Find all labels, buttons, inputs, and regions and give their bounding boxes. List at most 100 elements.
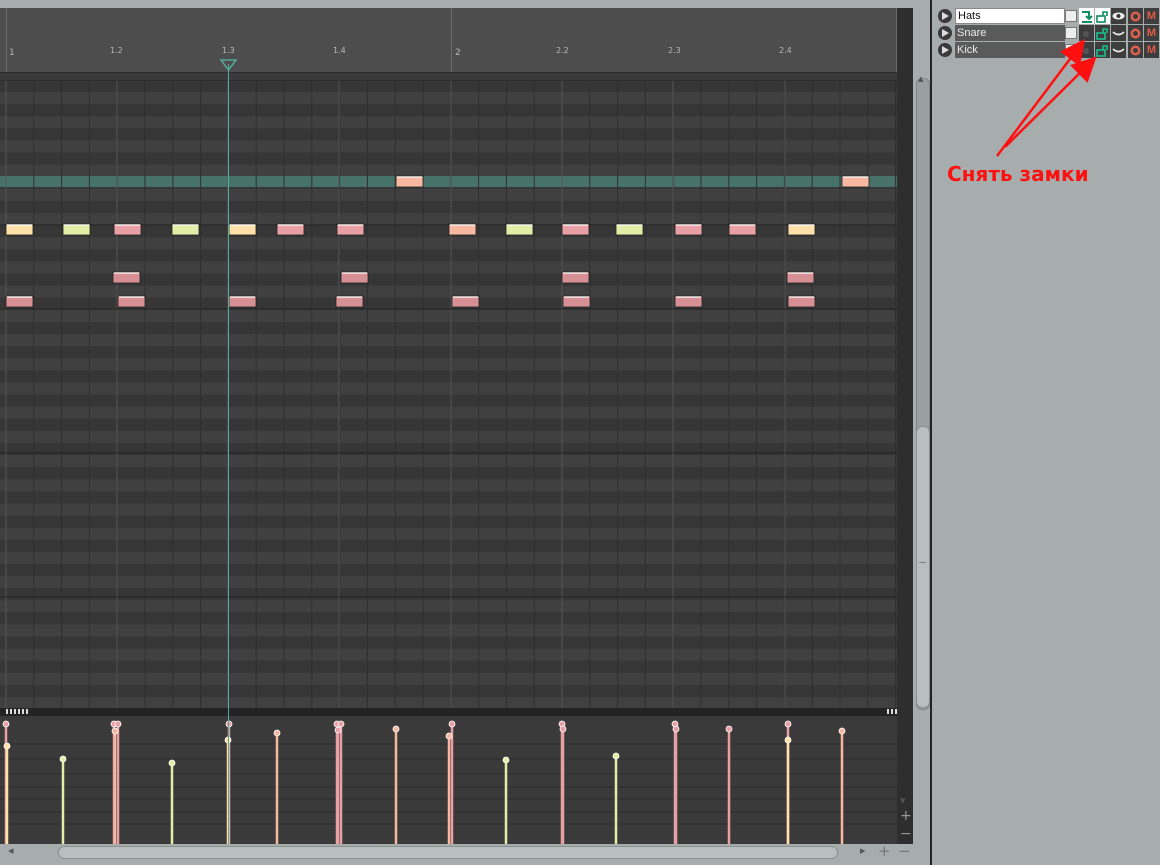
eye-icon[interactable] — [1111, 8, 1126, 24]
velocity-handle — [168, 759, 176, 767]
midi-note — [562, 295, 591, 308]
velocity-handle — [59, 755, 67, 763]
track-name[interactable]: Hats — [955, 8, 1065, 24]
horizontal-scrollbar[interactable] — [58, 846, 838, 859]
midi-note — [674, 223, 703, 236]
zoom-in-icon[interactable]: + — [900, 808, 912, 824]
ruler-bar-line — [451, 8, 452, 72]
midi-note — [674, 295, 703, 308]
track-name[interactable]: Kick — [955, 42, 1065, 58]
midi-editor[interactable]: 1 1.2 1.3 1.4 2 2.2 2.3 2.4 3 ▾ + − — [0, 8, 913, 844]
velocity-handle — [672, 725, 680, 733]
track-checkbox[interactable] — [1065, 10, 1077, 22]
midi-note — [505, 223, 534, 236]
vertical-scroll-track[interactable]: ▾ + − — [897, 8, 913, 844]
highlighted-pitch-row — [0, 176, 897, 187]
input-arrow-icon[interactable] — [1079, 25, 1094, 41]
midi-note — [62, 223, 91, 236]
track-name[interactable]: Snare — [955, 25, 1065, 41]
input-arrow-icon[interactable] — [1079, 8, 1094, 24]
midi-note — [340, 271, 369, 284]
track-checkbox[interactable] — [1065, 27, 1077, 39]
velocity-handle — [725, 725, 733, 733]
velocity-handle — [3, 742, 11, 750]
track-row-hats[interactable]: Hats M — [935, 8, 1160, 24]
record-circle-icon[interactable] — [1128, 25, 1143, 41]
velocity-handle — [445, 732, 453, 740]
midi-note — [841, 175, 870, 188]
midi-note — [171, 223, 200, 236]
annotation-label: Снять замки — [947, 162, 1089, 186]
eye-icon[interactable] — [1111, 25, 1126, 41]
ruler-label-2-4: 2.4 — [779, 46, 792, 55]
midi-note — [117, 295, 146, 308]
velocity-handle — [111, 727, 119, 735]
track-row-snare[interactable]: Snare M — [935, 25, 1160, 41]
velocity-lane[interactable] — [0, 716, 897, 844]
piano-roll-grid[interactable] — [0, 80, 897, 708]
midi-note — [561, 223, 590, 236]
velocity-handle — [337, 720, 345, 728]
midi-note — [448, 223, 477, 236]
hzoom-in-icon[interactable]: + — [878, 842, 891, 860]
velocity-handle — [502, 756, 510, 764]
velocity-handle — [334, 726, 342, 734]
play-icon[interactable] — [938, 43, 952, 57]
mute-button[interactable]: M — [1144, 42, 1159, 58]
lane-divider[interactable] — [0, 708, 913, 716]
midi-note — [786, 271, 815, 284]
velocity-handle — [784, 720, 792, 728]
padlock-icon[interactable] — [1095, 42, 1110, 58]
velocity-handle — [114, 720, 122, 728]
track-row-kick[interactable]: Kick M — [935, 42, 1160, 58]
midi-note — [728, 223, 757, 236]
midi-note — [5, 295, 34, 308]
padlock-icon[interactable] — [1095, 25, 1110, 41]
zoom-out-icon[interactable]: − — [900, 826, 912, 842]
playhead[interactable] — [219, 8, 239, 844]
play-icon[interactable] — [938, 9, 952, 23]
ruler-label-2-3: 2.3 — [668, 46, 681, 55]
padlock-icon[interactable] — [1095, 8, 1110, 24]
velocity-handle — [559, 725, 567, 733]
play-icon[interactable] — [938, 26, 952, 40]
timeline-ruler[interactable]: 1 1.2 1.3 1.4 2 2.2 2.3 2.4 3 — [0, 8, 906, 73]
scroll-left-icon[interactable]: ◂ — [8, 844, 14, 857]
hzoom-out-icon[interactable]: − — [898, 842, 911, 860]
scroll-down-icon[interactable]: ▾ — [900, 794, 906, 807]
midi-note — [335, 295, 364, 308]
midi-note — [395, 175, 424, 188]
midi-note — [112, 271, 141, 284]
eye-icon[interactable] — [1111, 42, 1126, 58]
track-checkbox[interactable] — [1065, 44, 1077, 56]
velocity-handle — [838, 727, 846, 735]
scroll-up-icon[interactable]: ▴ — [918, 72, 924, 85]
scroll-grip-icon[interactable]: − — [918, 556, 927, 569]
midi-note — [615, 223, 644, 236]
mute-button[interactable]: M — [1144, 25, 1159, 41]
ruler-label-1-4: 1.4 — [333, 46, 346, 55]
velocity-handle — [2, 720, 10, 728]
velocity-handle — [392, 725, 400, 733]
velocity-handle — [784, 736, 792, 744]
panel-divider[interactable] — [930, 0, 932, 865]
resize-grip-icon[interactable] — [6, 709, 30, 714]
velocity-handle — [273, 729, 281, 737]
record-circle-icon[interactable] — [1128, 8, 1143, 24]
midi-note — [787, 223, 816, 236]
ruler-label-2: 2 — [455, 48, 461, 58]
midi-note — [113, 223, 142, 236]
velocity-handle — [448, 720, 456, 728]
record-circle-icon[interactable] — [1128, 42, 1143, 58]
midi-note — [336, 223, 365, 236]
midi-note — [5, 223, 34, 236]
ruler-label-2-2: 2.2 — [556, 46, 569, 55]
scroll-right-icon[interactable]: ▸ — [860, 844, 866, 857]
midi-note — [561, 271, 590, 284]
midi-note — [276, 223, 305, 236]
velocity-handle — [612, 752, 620, 760]
midi-note — [451, 295, 480, 308]
input-arrow-icon[interactable] — [1079, 42, 1094, 58]
mute-button[interactable]: M — [1144, 8, 1159, 24]
track-list: Hats M Snare M Kick M — [935, 8, 1160, 68]
